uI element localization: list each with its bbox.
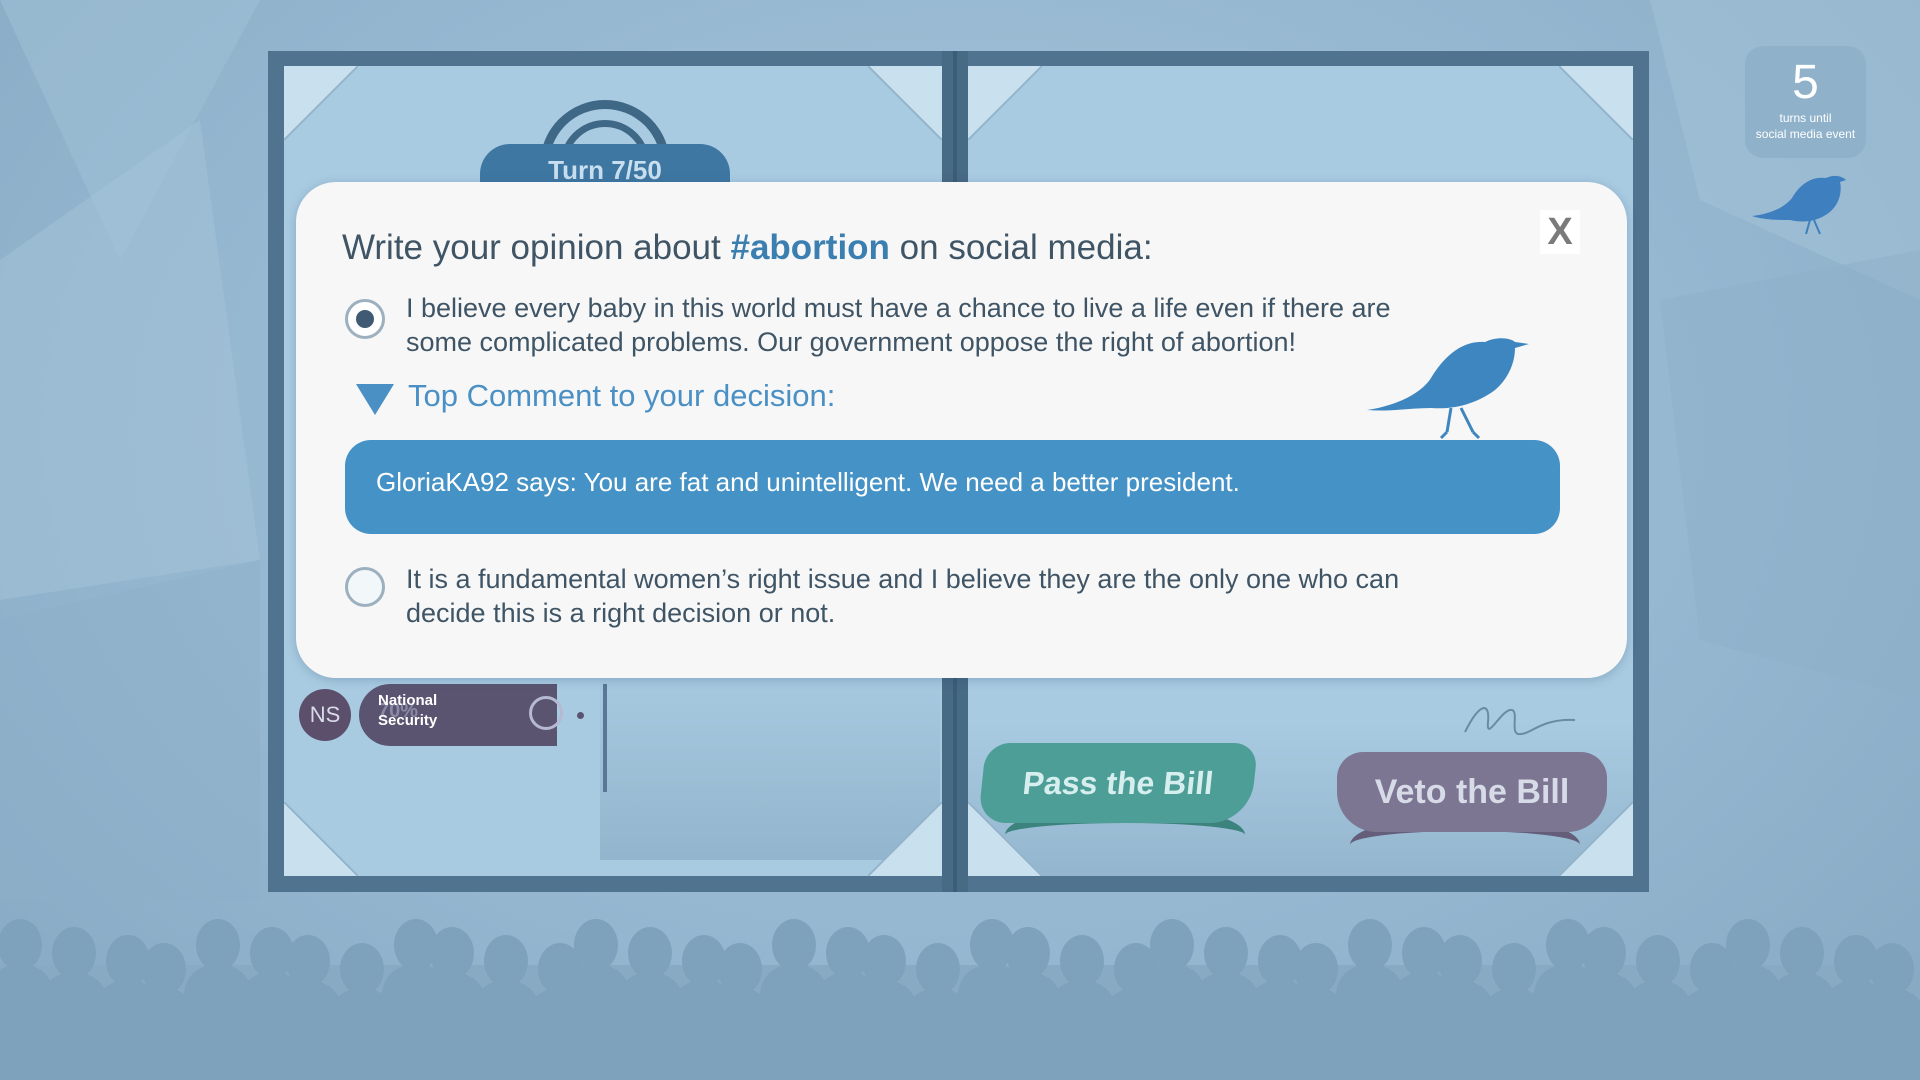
crowd-head bbox=[0, 919, 42, 971]
countdown-caption-line1: turns until bbox=[1779, 111, 1832, 125]
countdown-caption: turns until social media event bbox=[1745, 110, 1866, 142]
radio-selected-icon bbox=[356, 310, 374, 328]
pass-bill-button[interactable]: Pass the Bill bbox=[977, 743, 1259, 823]
top-comment-text: GloriaKA92 says: You are fat and unintel… bbox=[376, 467, 1240, 497]
crowd-head bbox=[1060, 935, 1104, 987]
ns-badge: NS bbox=[299, 689, 351, 741]
ns-label-line1: National bbox=[378, 692, 438, 709]
crowd-head bbox=[1150, 919, 1194, 971]
crowd-head bbox=[286, 935, 330, 987]
option-2-line1: It is a fundamental women’s right issue … bbox=[406, 564, 1400, 594]
crowd-head bbox=[916, 943, 960, 995]
triangle-down-icon bbox=[356, 384, 394, 415]
crowd-head bbox=[1726, 919, 1770, 971]
crowd-head bbox=[1780, 927, 1824, 979]
option-1-line2: some complicated problems. Our governmen… bbox=[406, 327, 1296, 357]
crowd-body bbox=[1858, 989, 1920, 1080]
crowd-head bbox=[1870, 943, 1914, 995]
ns-knob bbox=[529, 696, 563, 730]
title-prefix: Write your opinion about bbox=[342, 228, 731, 267]
crowd-head bbox=[340, 943, 384, 995]
page-corner bbox=[968, 66, 1042, 140]
crowd-silhouette bbox=[0, 919, 1920, 1080]
page-corner bbox=[868, 802, 942, 876]
crowd-head bbox=[1492, 943, 1536, 995]
option-2-text[interactable]: It is a fundamental women’s right issue … bbox=[406, 562, 1456, 630]
crowd-head bbox=[628, 927, 672, 979]
crowd-head bbox=[862, 935, 906, 987]
dialog-title: Write your opinion about #abortion on so… bbox=[342, 228, 1153, 268]
crowd-head bbox=[1006, 927, 1050, 979]
crowd-head bbox=[1348, 919, 1392, 971]
countdown-caption-line2: social media event bbox=[1755, 127, 1856, 141]
top-comment-label: Top Comment to your decision: bbox=[408, 378, 836, 413]
crowd-head bbox=[1582, 927, 1626, 979]
ns-label-line2: Security bbox=[378, 712, 438, 729]
close-button[interactable]: X bbox=[1540, 210, 1580, 254]
crowd-head bbox=[430, 927, 474, 979]
page-corner bbox=[1559, 66, 1633, 140]
crowd-head bbox=[718, 943, 762, 995]
page-corner bbox=[284, 66, 358, 140]
option-1-text[interactable]: I believe every baby in this world must … bbox=[406, 291, 1456, 359]
crowd-head bbox=[196, 919, 240, 971]
countdown-number: 5 bbox=[1792, 56, 1819, 109]
veto-bill-button[interactable]: Veto the Bill bbox=[1337, 752, 1607, 832]
crowd-head bbox=[574, 919, 618, 971]
crowd-head bbox=[484, 935, 528, 987]
page-corner bbox=[868, 66, 942, 140]
bird-icon bbox=[1752, 175, 1846, 235]
crowd-head bbox=[772, 919, 816, 971]
ns-connector-line bbox=[603, 684, 607, 792]
crowd-head bbox=[142, 943, 186, 995]
ns-label: National Security bbox=[378, 691, 498, 731]
title-suffix: on social media: bbox=[889, 228, 1153, 267]
option-1-radio[interactable] bbox=[345, 299, 385, 339]
crowd-head bbox=[1294, 943, 1338, 995]
social-media-countdown: 5 turns until social media event bbox=[1745, 46, 1866, 158]
crowd-head bbox=[1438, 935, 1482, 987]
option-2-radio[interactable] bbox=[345, 567, 385, 607]
page-corner bbox=[284, 802, 358, 876]
option-2-line2: decide this is a right decision or not. bbox=[406, 598, 836, 628]
bird-icon bbox=[1367, 338, 1529, 440]
crowd-head bbox=[52, 927, 96, 979]
crowd-head bbox=[1636, 935, 1680, 987]
ns-dot bbox=[577, 712, 584, 719]
hashtag: #abortion bbox=[730, 228, 890, 267]
crowd-head bbox=[1204, 927, 1248, 979]
signature-icon bbox=[1464, 707, 1576, 736]
option-1-line1: I believe every baby in this world must … bbox=[406, 293, 1391, 323]
